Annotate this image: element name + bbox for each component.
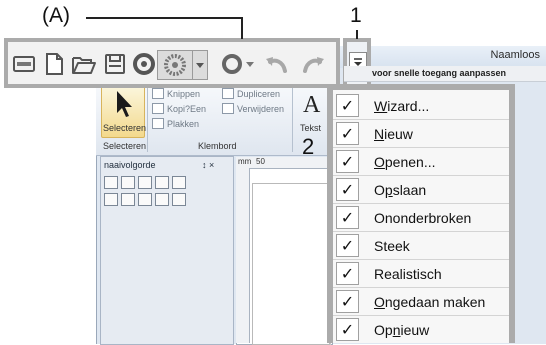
qa-realistic-dropdown[interactable] — [192, 50, 208, 80]
checkmark-icon[interactable]: ✓ — [336, 206, 359, 229]
checkmark-icon[interactable]: ✓ — [336, 318, 359, 341]
checkmark-icon[interactable]: ✓ — [336, 178, 359, 201]
checkmark-icon[interactable]: ✓ — [336, 262, 359, 285]
new-document-icon — [46, 53, 63, 75]
circle-icon — [222, 54, 242, 74]
panel-tool-icon[interactable] — [138, 193, 152, 206]
panel-tool-icon[interactable] — [121, 176, 135, 189]
qa-circle-button[interactable] — [218, 50, 246, 78]
menu-item[interactable]: ✓ Nieuw — [333, 120, 509, 147]
select-button-label: Selecteren — [103, 123, 147, 133]
menu-item-label: Realistisch — [374, 265, 442, 282]
menu-item-label: Opslaan — [374, 181, 427, 198]
qa-redo-button[interactable] — [300, 50, 328, 78]
menu-item[interactable]: ✓ Realistisch — [333, 260, 509, 287]
copy-icon — [152, 103, 164, 114]
menu-item[interactable]: ✓ Opslaan — [333, 176, 509, 203]
checkmark-icon[interactable]: ✓ — [336, 122, 359, 145]
panel-tool-icon[interactable] — [138, 176, 152, 189]
cursor-icon — [117, 91, 132, 117]
save-icon — [105, 54, 125, 74]
stitch-icon — [133, 53, 155, 75]
menu-item[interactable]: ✓ Openen... — [333, 148, 509, 175]
menu-item[interactable]: ✓ Ononderbroken — [333, 204, 509, 231]
qa-stitch-button[interactable] — [130, 50, 158, 78]
text-tool-icon[interactable]: A — [303, 92, 320, 119]
panel-toolbar-row-2 — [104, 193, 228, 211]
scissors-icon — [152, 88, 164, 99]
delete-icon — [222, 103, 234, 114]
delete-button[interactable]: Verwijderen — [222, 103, 284, 114]
menu-item-label: Wizard... — [374, 97, 430, 114]
callout-a: (A) — [42, 4, 70, 27]
menu-item[interactable]: ✓ Wizard... — [333, 92, 509, 119]
paste-button[interactable]: Plakken — [152, 118, 199, 129]
panel-tool-icon[interactable] — [104, 193, 118, 206]
menu-item-label: Ononderbroken — [374, 209, 472, 226]
dropdown-arrow-icon — [196, 63, 204, 68]
menu-item[interactable]: ✓ Ongedaan maken — [333, 288, 509, 315]
redo-icon — [303, 57, 324, 73]
qa-save-button[interactable] — [101, 50, 129, 78]
access-key: O — [374, 293, 385, 310]
checkmark-icon[interactable]: ✓ — [336, 234, 359, 257]
group-label-select: Selecteren — [103, 141, 147, 151]
panel-tool-icon[interactable] — [121, 193, 135, 206]
access-key: N — [374, 125, 385, 142]
qa-new-button[interactable] — [40, 50, 68, 78]
callout-1: 1 — [350, 4, 362, 27]
qa-monitor-button[interactable] — [10, 50, 38, 78]
panel-tool-icon[interactable] — [104, 176, 118, 189]
realistic-icon — [164, 54, 186, 76]
checkmark-icon[interactable]: ✓ — [336, 94, 359, 117]
window-title: Naamloos — [490, 49, 540, 61]
embroidery-sheet — [252, 183, 330, 345]
access-key: W — [374, 97, 388, 114]
panel-tool-icon[interactable] — [155, 176, 169, 189]
menu-item-label: Opnieuw — [374, 321, 430, 338]
text-tool-label: Tekst — [300, 123, 322, 133]
duplicate-button[interactable]: Dupliceren — [222, 88, 280, 99]
access-key: p — [384, 181, 393, 198]
ruler-unit: mm — [238, 157, 252, 166]
cut-button[interactable]: Knippen — [152, 88, 200, 99]
checkmark-icon[interactable]: ✓ — [336, 150, 359, 173]
qa-realistic-button[interactable] — [157, 50, 193, 80]
menu-title: voor snelle toegang aanpassen — [344, 66, 546, 82]
duplicate-icon — [222, 88, 234, 99]
menu-item[interactable]: ✓ Opnieuw — [333, 316, 509, 343]
vertical-ruler — [236, 168, 250, 343]
dropdown-arrow-icon — [246, 62, 254, 67]
callout-2: 2 — [302, 134, 315, 159]
ruler-mark: 50 — [256, 157, 265, 166]
callout-1-line — [356, 30, 358, 39]
monitor-icon — [13, 56, 35, 72]
panel-pin-close[interactable]: ↕ × — [202, 160, 214, 170]
group-divider — [147, 86, 148, 152]
callout-a-line — [241, 17, 243, 39]
menu-item-label: Ongedaan maken — [374, 293, 486, 310]
panel-tool-icon[interactable] — [155, 193, 169, 206]
callout-a-line — [86, 17, 242, 19]
horizontal-ruler: mm 50 — [236, 157, 331, 169]
menu-item[interactable]: ✓ Steek — [333, 232, 509, 259]
copy-button[interactable]: Kopi?Een — [152, 103, 206, 114]
panel-tool-icon[interactable] — [172, 193, 186, 206]
qa-undo-button[interactable] — [262, 50, 290, 78]
menu-item-label: Nieuw — [374, 125, 413, 142]
panel-title: naaivolgorde — [104, 160, 156, 170]
panel-tool-icon[interactable] — [172, 176, 186, 189]
qa-circle-dropdown[interactable] — [243, 50, 257, 78]
open-folder-icon — [72, 57, 96, 74]
undo-icon — [266, 57, 287, 73]
menu-item-label: Openen... — [374, 153, 436, 170]
group-label-clipboard: Klembord — [198, 141, 237, 151]
group-divider — [292, 86, 293, 152]
checkmark-icon[interactable]: ✓ — [336, 290, 359, 313]
paste-icon — [152, 118, 164, 129]
access-key: O — [374, 153, 385, 170]
menu-item-label: Steek — [374, 237, 410, 254]
qa-open-button[interactable] — [70, 50, 98, 78]
panel-toolbar-row-1 — [104, 176, 228, 194]
